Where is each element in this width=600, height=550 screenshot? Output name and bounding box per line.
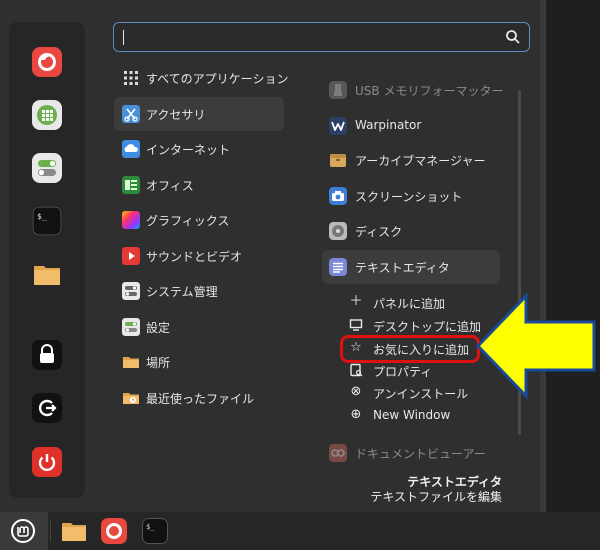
taskbar: $_ [0,512,600,550]
category-label: オフィス [146,179,194,193]
logout-icon[interactable] [31,392,63,424]
screenshot-icon [329,187,347,205]
app-label: アーカイブマネージャー [355,154,486,168]
usb-formatter-icon [329,81,347,99]
desktop-background [540,0,600,512]
app-screenshot[interactable]: スクリーンショット [322,179,500,213]
app-label: ドキュメントビューアー [355,447,486,461]
new-window-icon: ⊕ [350,407,362,422]
category-system-admin[interactable]: システム管理 [114,274,284,308]
uninstall-icon: ⊗ [350,384,362,399]
places-folder-icon [123,357,139,368]
lock-icon[interactable] [31,339,63,371]
context-label: デスクトップに追加 [373,320,482,334]
category-accessories[interactable]: アクセサリ [114,97,284,131]
svg-text:$_: $_ [37,212,47,221]
mint-menu-icon [11,519,35,543]
category-label: アクセサリ [146,108,206,122]
app-label: ディスク [355,225,403,239]
text-caret [123,30,124,45]
document-viewer-icon [329,444,347,462]
settings-icon [122,318,140,336]
properties-icon [350,363,363,377]
archive-manager-icon [330,154,346,167]
context-label: New Window [373,408,451,422]
app-warpinator[interactable]: Warpinator [322,109,500,143]
app-label: スクリーンショット [355,190,463,204]
toggle-settings-icon[interactable] [31,152,63,184]
mint-menu-button[interactable] [0,512,48,550]
category-settings[interactable]: 設定 [114,310,284,344]
app-usb-formatter[interactable]: USB メモリフォーマッター [322,73,504,107]
category-label: グラフィックス [146,214,230,228]
app-label: Warpinator [355,118,422,132]
search-icon[interactable] [505,29,521,45]
plus-icon: ＋ [349,294,363,309]
text-editor-icon [329,258,347,276]
category-sound-video[interactable]: サウンドとビデオ [114,239,284,273]
svg-text:$_: $_ [146,523,155,531]
app-archive-manager[interactable]: アーカイブマネージャー [322,143,500,177]
folder-icon[interactable] [31,258,63,290]
graphics-icon [122,211,140,229]
category-label: 最近使ったファイル [146,392,255,406]
app-document-viewer[interactable]: ドキュメントビューアー [322,436,500,470]
application-menu: $_ すべてのアプリケーション アクセサリ インターネット オフィス グラフィッ… [0,0,540,512]
recent-files-icon [123,393,139,404]
context-add-to-panel[interactable]: ＋ パネルに追加 [345,292,485,314]
category-internet[interactable]: インターネット [114,132,284,166]
category-label: 設定 [146,321,171,335]
warpinator-icon [329,117,347,135]
folder-icon[interactable] [61,518,87,544]
category-label: すべてのアプリケーション [146,72,289,86]
calculator-icon[interactable] [31,99,63,131]
desktop-icon [349,319,363,331]
category-label: インターネット [146,143,231,157]
firefox-icon[interactable] [31,46,63,78]
terminal-icon[interactable]: $_ [142,518,168,544]
context-uninstall[interactable]: ⊗ アンインストール [345,382,485,404]
highlight-box [340,335,480,363]
category-recent-files[interactable]: 最近使ったファイル [114,381,284,415]
context-add-to-desktop[interactable]: デスクトップに追加 [345,315,485,337]
category-places[interactable]: 場所 [114,345,284,379]
all-apps-grid-icon [124,71,138,85]
firefox-icon[interactable] [101,518,127,544]
context-new-window[interactable]: ⊕ New Window [345,405,485,427]
disks-icon [329,222,347,240]
category-graphics[interactable]: グラフィックス [114,203,284,237]
context-properties[interactable]: プロパティ [345,360,485,382]
app-description-subtitle: テキストファイルを編集 [370,490,502,504]
category-office[interactable]: オフィス [114,168,284,202]
context-label: パネルに追加 [373,297,446,311]
app-label: テキストエディタ [355,261,450,275]
context-label: アンインストール [373,387,469,401]
internet-cloud-icon [122,140,140,158]
office-icon [122,176,140,194]
search-input[interactable] [113,22,530,52]
pointer-arrow-icon [475,292,596,400]
app-text-editor[interactable]: テキストエディタ [322,250,500,284]
category-label: システム管理 [146,285,218,299]
category-label: 場所 [146,356,171,370]
category-all-apps[interactable]: すべてのアプリケーション [114,61,288,95]
context-label: プロパティ [373,365,433,379]
power-icon[interactable] [31,446,63,478]
sound-video-icon [122,247,140,265]
app-label: USB メモリフォーマッター [355,84,504,98]
accessories-icon [122,105,140,123]
favorites-sidebar: $_ [9,22,85,498]
terminal-icon[interactable]: $_ [31,205,63,237]
taskbar-separator [50,520,51,542]
system-admin-icon [122,282,140,300]
category-label: サウンドとビデオ [146,250,243,264]
app-disks[interactable]: ディスク [322,214,500,248]
